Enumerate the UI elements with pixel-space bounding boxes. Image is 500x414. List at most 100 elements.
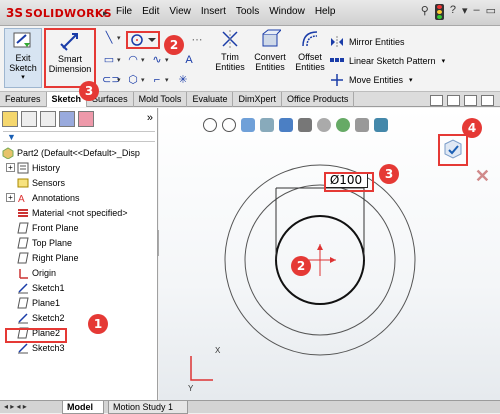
spline-caret-icon[interactable]: ▾ <box>165 56 169 64</box>
tile-view-icon[interactable] <box>447 95 460 106</box>
convert-icon <box>262 29 281 47</box>
maximize-view-icon[interactable] <box>464 95 477 106</box>
linear-pattern-label: Linear Sketch Pattern <box>349 55 436 66</box>
confirm-corner[interactable] <box>438 134 468 166</box>
feature-filter[interactable]: ▼ <box>3 131 155 142</box>
tab-evaluate[interactable]: Evaluate <box>187 92 234 107</box>
command-tabs: Features Sketch Surfaces Mold Tools Eval… <box>0 92 500 107</box>
circle-tool-button[interactable] <box>126 31 160 49</box>
solidworks-logo[interactable]: 3S SOLIDWORKS <box>6 6 112 20</box>
rebuild-light-icon[interactable] <box>434 4 444 20</box>
panel-expand-icon[interactable]: » <box>147 112 153 124</box>
svg-text:A: A <box>18 194 25 204</box>
step-badge-1: 1 <box>88 314 108 334</box>
menu-tools[interactable]: Tools <box>236 6 259 17</box>
expand-icon[interactable]: + <box>6 163 15 172</box>
polygon-icon[interactable]: ⬡ <box>126 73 140 87</box>
tree-origin[interactable]: Origin <box>2 265 156 280</box>
minimize-view-icon[interactable] <box>430 95 443 106</box>
confirm-icon <box>444 139 462 159</box>
tree-label: Sketch3 <box>32 342 65 353</box>
arc-caret-icon[interactable]: ▾ <box>141 56 145 64</box>
move-caret-icon[interactable]: ▾ <box>409 76 413 84</box>
exit-sketch-label-2: Sketch <box>9 63 37 73</box>
tree-annotations[interactable]: + A Annotations <box>2 190 156 205</box>
tab-motion-study[interactable]: Motion Study 1 <box>108 401 188 414</box>
text-icon[interactable]: A <box>182 53 196 67</box>
linear-pattern-caret-icon[interactable]: ▾ <box>442 57 446 65</box>
tree-right-plane[interactable]: Right Plane <box>2 250 156 265</box>
pin-icon[interactable]: ⚲ <box>421 4 429 20</box>
menu-insert[interactable]: Insert <box>201 6 226 17</box>
tab-nav-arrows-icon[interactable]: ◂ ▸ ◂ ▸ <box>4 402 27 411</box>
tree-label: Part2 (Default<<Default>_Disp <box>17 147 140 158</box>
dropdown-icon[interactable]: ▾ <box>462 4 468 20</box>
smart-dimension-label-2: Dimension <box>48 64 92 74</box>
linear-pattern-button[interactable]: Linear Sketch Pattern ▾ <box>330 51 445 70</box>
trim-entities-button[interactable]: Trim Entities <box>212 28 248 88</box>
menu-help[interactable]: Help <box>315 6 336 17</box>
sketch-icon <box>18 342 28 353</box>
tree-history[interactable]: + History <box>2 160 156 175</box>
menu-view[interactable]: View <box>169 6 191 17</box>
tree-part[interactable]: Part2 (Default<<Default>_Disp <box>2 145 156 160</box>
smart-dimension-button[interactable]: Smart Dimension <box>44 28 96 88</box>
line-icon[interactable]: ╲ <box>102 31 116 45</box>
close-view-icon[interactable] <box>481 95 494 106</box>
plane-icon <box>17 237 29 248</box>
tab-model[interactable]: Model <box>62 401 104 414</box>
dimxpert-tab-icon[interactable] <box>59 111 75 127</box>
menu-file[interactable]: File <box>116 6 132 17</box>
expand-icon[interactable]: + <box>6 193 15 202</box>
exit-sketch-button[interactable]: Exit Sketch ▾ <box>4 28 42 88</box>
configuration-tab-icon[interactable] <box>40 111 56 127</box>
tree-sketch1[interactable]: Sketch1 <box>2 280 156 295</box>
minimize-icon[interactable]: – <box>473 4 479 20</box>
exit-caret-icon[interactable]: ▾ <box>21 73 25 83</box>
help-icon[interactable]: ? <box>450 4 456 20</box>
point-icon[interactable]: ✳ <box>176 73 190 87</box>
tree-material[interactable]: Material <not specified> <box>2 205 156 220</box>
tree-front-plane[interactable]: Front Plane <box>2 220 156 235</box>
tree-top-plane[interactable]: Top Plane <box>2 235 156 250</box>
rectangle-caret-icon[interactable]: ▾ <box>117 56 121 64</box>
graphics-area[interactable]: Ø100 X Y ✕ <box>159 108 500 400</box>
mirror-entities-button[interactable]: Mirror Entities <box>330 32 445 51</box>
line-caret-icon[interactable]: ▾ <box>117 34 121 42</box>
menu-pin-icon[interactable]: ▸ <box>103 8 108 19</box>
tree-sketch2[interactable]: Sketch2 <box>2 310 156 325</box>
material-icon <box>18 208 28 217</box>
filter-icon[interactable]: ▼ <box>7 132 16 142</box>
slot-icon[interactable]: ⊂⊃ <box>102 73 120 87</box>
step-badge-2: 2 <box>164 35 184 55</box>
spline-icon[interactable]: ∿ <box>150 53 164 67</box>
slot-caret-icon[interactable]: ▾ <box>117 76 121 84</box>
tree-label: Sketch2 <box>32 312 65 323</box>
arc-icon[interactable]: ◠ <box>126 53 140 67</box>
property-manager-tab-icon[interactable] <box>21 111 37 127</box>
tree-sensors[interactable]: Sensors <box>2 175 156 190</box>
tab-office-products[interactable]: Office Products <box>282 92 355 107</box>
smart-dimension-icon <box>60 33 78 51</box>
polygon-caret-icon[interactable]: ▾ <box>141 76 145 84</box>
tree-plane1[interactable]: Plane1 <box>2 295 156 310</box>
step-badge-4: 4 <box>462 118 482 138</box>
offset-label-2: Entities <box>295 62 325 72</box>
convert-entities-button[interactable]: Convert Entities <box>250 28 290 88</box>
display-manager-tab-icon[interactable] <box>78 111 94 127</box>
feature-tree-tab-icon[interactable] <box>2 111 18 127</box>
fillet-caret-icon[interactable]: ▾ <box>165 76 169 84</box>
cancel-icon[interactable]: ✕ <box>475 166 490 187</box>
tab-mold-tools[interactable]: Mold Tools <box>134 92 188 107</box>
offset-entities-button[interactable]: Offset Entities <box>292 28 328 88</box>
tab-features[interactable]: Features <box>0 92 47 107</box>
sketch-icon <box>18 282 28 293</box>
restore-icon[interactable]: ▭ <box>486 4 496 20</box>
rectangle-icon[interactable]: ▭ <box>102 53 116 67</box>
move-entities-button[interactable]: Move Entities ▾ <box>330 70 445 89</box>
construction-icon[interactable]: ⋯ <box>190 33 204 47</box>
menu-edit[interactable]: Edit <box>142 6 159 17</box>
menu-window[interactable]: Window <box>269 6 305 17</box>
fillet-icon[interactable]: ⌐ <box>150 73 164 87</box>
tab-dimxpert[interactable]: DimXpert <box>233 92 282 107</box>
